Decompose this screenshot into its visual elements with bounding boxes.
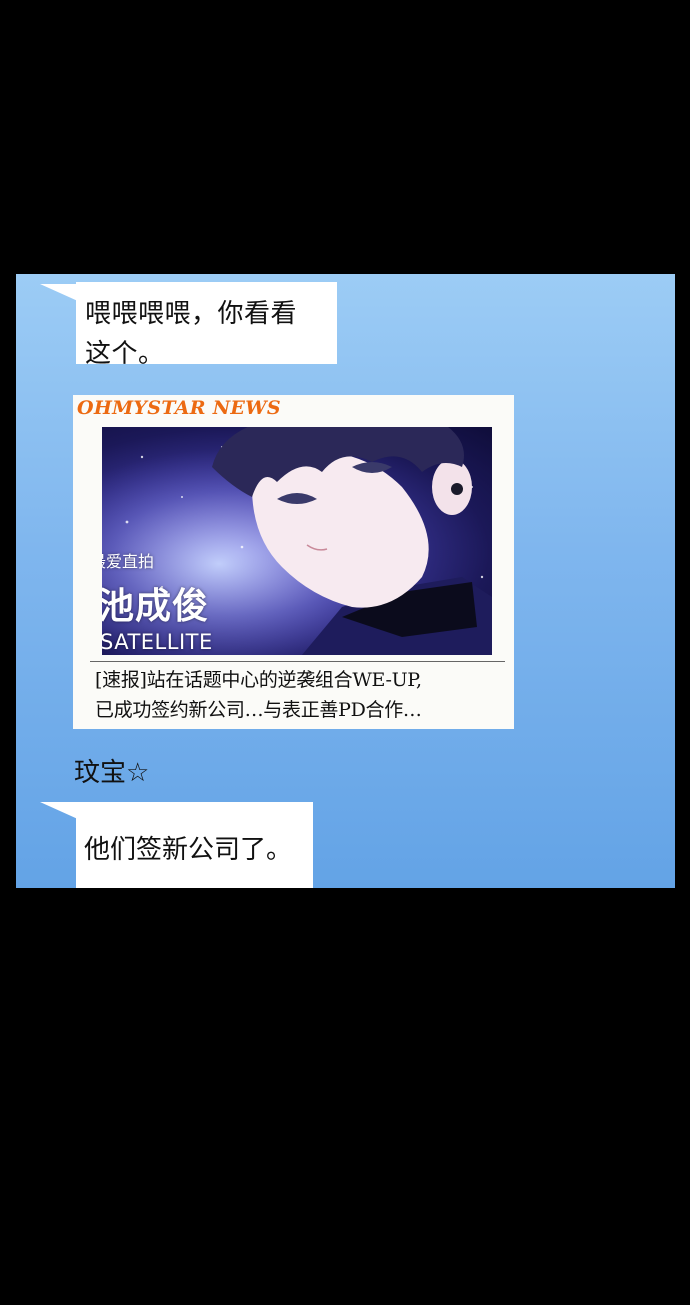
news-photo: 最爱直拍 池成俊 SATELLITE xyxy=(102,427,492,655)
sender-name: 玟宝☆ xyxy=(74,758,150,788)
photo-tag: 最爱直拍 xyxy=(102,552,155,571)
news-divider xyxy=(90,661,505,662)
bubble-tail xyxy=(40,284,80,302)
message-text-2: 他们签新公司了。 xyxy=(84,835,293,865)
message-text-1: 喂喂喂喂，你看看 这个。 xyxy=(85,299,298,369)
news-card[interactable]: OHMYSTAR NEWS 爱直拍 池成俊 SATELLITE [速报]站在话题… xyxy=(73,395,514,729)
news-brand: OHMYSTAR NEWS xyxy=(77,397,281,419)
message-bubble-2: 他们签新公司了。 xyxy=(76,802,313,888)
chat-panel: 喂喂喂喂，你看看 这个。 OHMYSTAR NEWS 爱直拍 池成俊 SATEL… xyxy=(16,274,675,888)
bubble-tail xyxy=(40,802,80,820)
message-bubble-1: 喂喂喂喂，你看看 这个。 xyxy=(76,282,337,369)
photo-name: 池成俊 xyxy=(102,586,210,627)
news-headline[interactable]: [速报]站在话题中心的逆袭组合WE-UP, 已成功签约新公司…与表正善PD合作… xyxy=(95,665,515,725)
photo-group: SATELLITE xyxy=(102,630,213,654)
